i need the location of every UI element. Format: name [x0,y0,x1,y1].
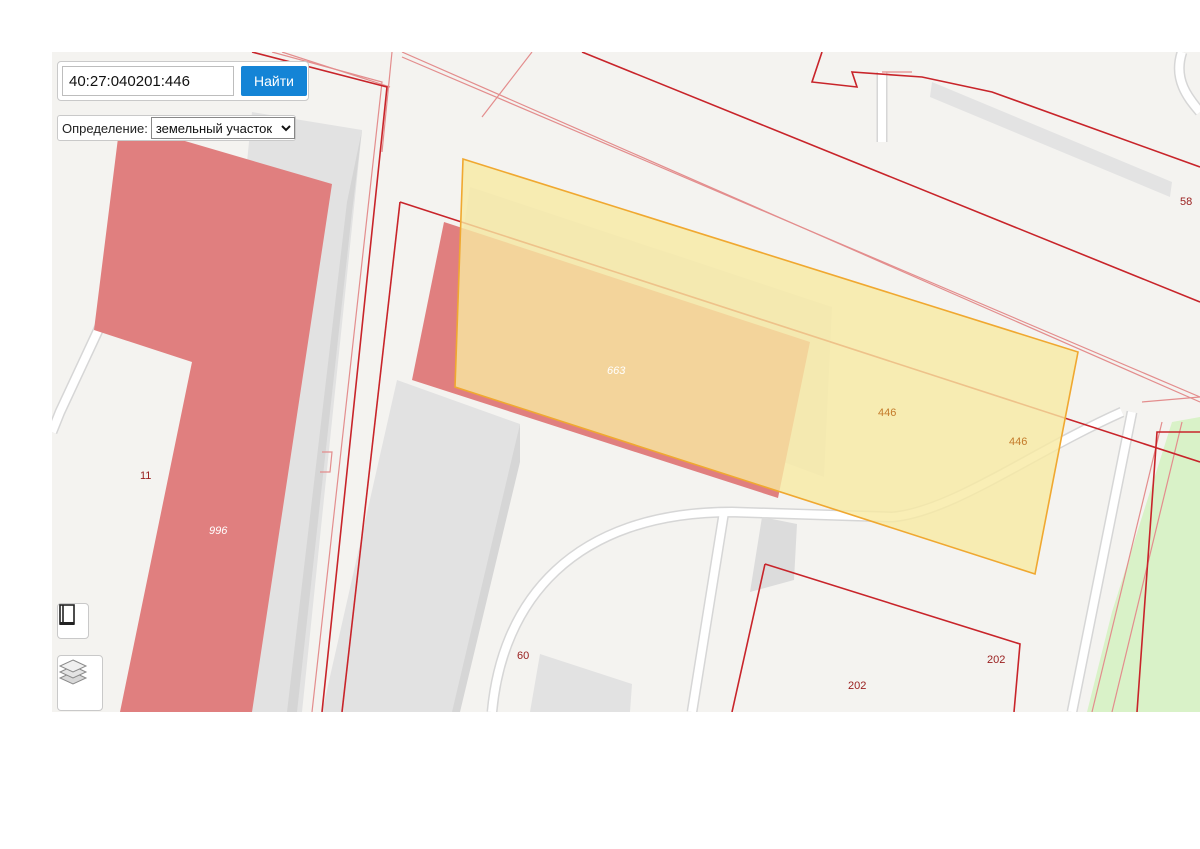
label-663: 663 [607,365,626,377]
label-996: 996 [209,525,228,537]
definition-panel: Определение: земельный участок [57,115,296,141]
legend-button[interactable] [57,603,89,639]
label-58: 58 [1180,196,1192,208]
label-446-secondary: 446 [1009,436,1027,448]
definition-label: Определение: [62,120,148,136]
map-viewport[interactable]: 663 446 446 996 11 60 202 202 58 Найти О… [52,52,1200,712]
book-icon [59,604,75,625]
label-446: 446 [878,407,896,419]
find-button[interactable]: Найти [241,66,307,96]
layers-button[interactable] [57,655,103,711]
label-202-secondary: 202 [987,654,1005,666]
label-202: 202 [848,680,866,692]
label-60: 60 [517,650,529,662]
layers-icon [58,659,88,685]
label-11: 11 [140,470,151,482]
definition-select[interactable]: земельный участок [150,117,295,139]
map-canvas[interactable]: 663 446 446 996 11 60 202 202 58 [52,52,1200,712]
cadastral-search-input[interactable] [62,66,234,96]
search-panel: Найти [57,61,309,101]
